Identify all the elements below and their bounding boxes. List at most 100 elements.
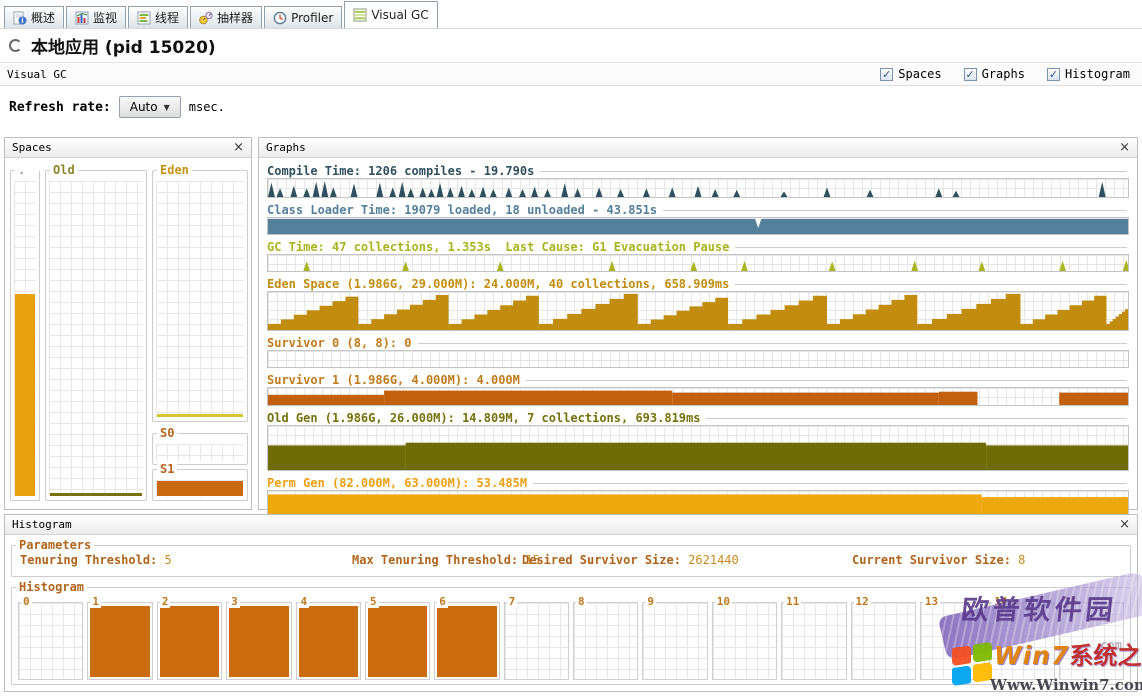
graph-chart xyxy=(267,178,1129,198)
spaces-panel: Spaces × . . .OldEdenS0S1 xyxy=(4,137,252,510)
group-rule xyxy=(418,343,1128,344)
bin-label: 5 xyxy=(368,595,379,608)
bin-fill xyxy=(90,606,149,677)
bin-label: 15 xyxy=(1062,595,1079,608)
eden-usage-bar xyxy=(157,414,243,417)
checkbox-icon: ✓ xyxy=(880,68,893,81)
bin-box xyxy=(1059,602,1124,680)
histogram-panel-title: Histogram xyxy=(12,518,72,531)
bin-box xyxy=(504,602,569,680)
page-title: 本地应用 (pid 15020) xyxy=(31,33,216,58)
parameter-name: Desired Survivor Size: xyxy=(522,553,688,567)
graph-chart xyxy=(267,387,1129,406)
graph-row-label: Survivor 1 (1.986G, 4.000M): 4.000M xyxy=(267,373,1129,387)
old-usage-bar xyxy=(50,493,142,496)
toggle-label: Histogram xyxy=(1065,67,1130,81)
view-toggles: ✓ Spaces ✓Graphs ✓Histogram xyxy=(880,67,1130,81)
space-old: Old xyxy=(45,170,147,501)
bin-box xyxy=(296,602,361,680)
close-icon[interactable]: × xyxy=(233,141,244,154)
graph-row-label: Eden Space (1.986G, 29.000M): 24.000M, 4… xyxy=(267,277,1129,291)
tab-label: Visual GC xyxy=(371,8,428,22)
bin-label: 8 xyxy=(576,595,587,608)
close-icon[interactable]: × xyxy=(1119,141,1130,154)
bin-box xyxy=(87,602,152,680)
bin-box xyxy=(365,602,430,680)
parameter-value: 8 xyxy=(1018,553,1025,567)
graphs-panel: Graphs × Compile Time: 1206 compiles - 1… xyxy=(258,137,1138,510)
space-eden-label: Eden xyxy=(157,163,192,177)
space-s0: S0 xyxy=(152,433,248,465)
tab-label: 监视 xyxy=(93,9,117,26)
tab-线程[interactable]: 线程 xyxy=(128,6,188,28)
tab-visual-gc[interactable]: Visual GC xyxy=(344,1,437,28)
parameter-item: Current Survivor Size: 8 xyxy=(852,553,1025,567)
histogram-bin-6: 6 xyxy=(434,598,499,680)
tab-profiler[interactable]: Profiler xyxy=(264,6,342,28)
space-s0-label: S0 xyxy=(157,426,177,440)
histogram-bin-2: 2 xyxy=(157,598,222,680)
refresh-rate-value: Auto xyxy=(130,100,158,114)
profiler-icon xyxy=(273,11,287,25)
space-old-label: Old xyxy=(50,163,78,177)
histogram-bin-1: 1 xyxy=(87,598,152,680)
bin-box xyxy=(573,602,638,680)
graph-row: Class Loader Time: 19079 loaded, 18 unlo… xyxy=(267,203,1129,235)
histogram-bin-10: 10 xyxy=(712,598,777,680)
graph-row-title: Survivor 1 (1.986G, 4.000M): 4.000M xyxy=(267,373,520,387)
bin-label: 1 xyxy=(90,595,101,608)
close-icon[interactable]: × xyxy=(1119,518,1130,531)
space-old-chart xyxy=(49,181,143,497)
histogram-bin-0: 0 xyxy=(18,598,83,680)
graph-row: Eden Space (1.986G, 29.000M): 24.000M, 4… xyxy=(267,277,1129,331)
group-rule xyxy=(526,380,1127,381)
graph-row-label: GC Time: 47 collections, 1.353s Last Cau… xyxy=(267,240,1129,254)
toggle-graphs[interactable]: ✓Graphs xyxy=(964,67,1025,81)
graphs-panel-title: Graphs xyxy=(266,141,306,154)
tab-监视[interactable]: 监视 xyxy=(66,6,126,28)
refresh-rate-row: Refresh rate: Auto ▼ msec. xyxy=(0,87,1142,127)
graph-row: Survivor 1 (1.986G, 4.000M): 4.000M xyxy=(267,373,1129,406)
s1-usage-bar xyxy=(157,481,243,496)
bin-label: 9 xyxy=(645,595,656,608)
tab-抽样器[interactable]: 抽样器 xyxy=(190,6,262,28)
toggle-spaces[interactable]: ✓ Spaces xyxy=(880,67,941,81)
histogram-bin-5: 5 xyxy=(365,598,430,680)
graph-row-title: Compile Time: 1206 compiles - 19.790s xyxy=(267,164,534,178)
group-rule xyxy=(735,247,1127,248)
parameter-value: 2621440 xyxy=(688,553,739,567)
bin-label: 7 xyxy=(507,595,518,608)
space-s1: S1 xyxy=(152,469,248,501)
bin-label: 10 xyxy=(715,595,732,608)
graph-row: GC Time: 47 collections, 1.353s Last Cau… xyxy=(267,240,1129,272)
tab-概述[interactable]: i概述 xyxy=(4,6,64,28)
space-perm: . . . xyxy=(10,170,40,501)
graph-row: Survivor 0 (8, 8): 0 xyxy=(267,336,1129,368)
visualgc-toolbar: Visual GC ✓ Spaces ✓Graphs ✓Histogram xyxy=(0,62,1142,86)
visualgc-icon xyxy=(353,8,367,22)
toolbar-label: Visual GC xyxy=(7,68,67,81)
tab-label: Profiler xyxy=(291,11,333,25)
graph-row-title: GC Time: 47 collections, 1.353s Last Cau… xyxy=(267,240,729,254)
threads-icon xyxy=(137,11,151,25)
histogram-bin-12: 12 xyxy=(851,598,916,680)
bin-label: 4 xyxy=(299,595,310,608)
group-rule xyxy=(735,284,1127,285)
graphs-panel-header: Graphs × xyxy=(259,138,1137,158)
spaces-panel-title: Spaces xyxy=(12,141,52,154)
bin-box xyxy=(642,602,707,680)
histogram-bin-4: 4 xyxy=(296,598,361,680)
chevron-down-icon: ▼ xyxy=(164,103,170,112)
toggle-histogram[interactable]: ✓Histogram xyxy=(1047,67,1130,81)
refresh-rate-select[interactable]: Auto ▼ xyxy=(119,96,181,118)
graph-row-title: Class Loader Time: 19079 loaded, 18 unlo… xyxy=(267,203,657,217)
histogram-bins: 0123456789101112131415 xyxy=(16,598,1126,680)
space-perm-chart xyxy=(14,181,36,497)
graph-chart xyxy=(267,350,1129,368)
histogram-bin-9: 9 xyxy=(642,598,707,680)
toggle-label: Spaces xyxy=(898,67,941,81)
bin-box xyxy=(434,602,499,680)
bin-box xyxy=(226,602,291,680)
parameter-item: Max Tenuring Threshold: 15 xyxy=(352,553,540,567)
graph-row-title: Old Gen (1.986G, 26.000M): 14.809M, 7 co… xyxy=(267,411,700,425)
